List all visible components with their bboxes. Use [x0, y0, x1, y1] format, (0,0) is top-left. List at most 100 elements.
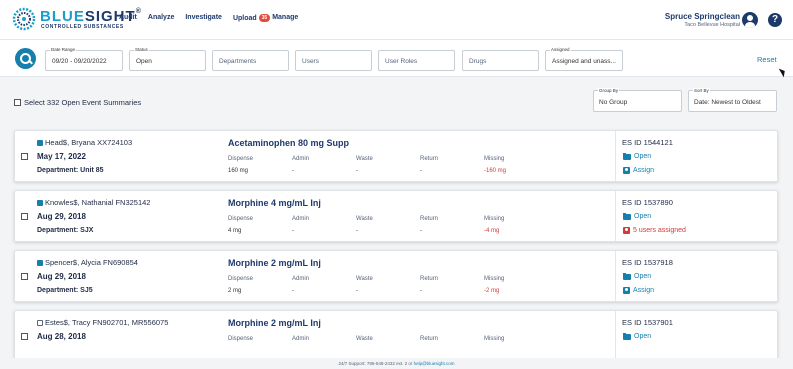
column-header-return: Return: [420, 156, 439, 162]
patient-name-text: Spencer$, Alycia FN690854: [45, 258, 138, 267]
card-divider: [615, 251, 616, 301]
nav-upload[interactable]: Upload 35: [233, 14, 271, 22]
filter-bar: Date Range 09/20 - 09/20/2022 Status Ope…: [0, 40, 793, 77]
assign-label: Assign: [633, 287, 655, 294]
search-icon[interactable]: [15, 48, 36, 69]
event-select-checkbox[interactable]: [21, 213, 28, 220]
event-card[interactable]: Knowles$, Nathanial FN325142 Aug 29, 2018…: [14, 190, 778, 242]
nav-analyze[interactable]: Analyze: [148, 14, 174, 22]
column-value-admin: -: [292, 168, 294, 174]
column-value-waste: -: [356, 288, 358, 294]
patient-name-text: Estes$, Tracy FN902701, MR556075: [45, 318, 169, 327]
open-status-link[interactable]: Open: [623, 212, 652, 220]
assign-user-icon: [623, 227, 630, 234]
event-select-checkbox[interactable]: [21, 333, 28, 340]
drug-name: Morphine 2 mg/mL Inj: [228, 318, 321, 328]
assign-link[interactable]: Assign: [623, 287, 654, 294]
column-header-return: Return: [420, 336, 439, 342]
user-roles-filter[interactable]: User Roles: [378, 50, 455, 71]
column-header-missing: Missing: [484, 156, 505, 162]
column-header-dispense: Dispense: [228, 276, 254, 282]
event-department: Department: SJX: [37, 227, 94, 234]
event-department: Department: SJ5: [37, 287, 93, 294]
status-label: Open: [634, 153, 652, 160]
assign-user-icon: [623, 167, 630, 174]
note-icon[interactable]: [37, 139, 43, 146]
column-value-waste: -: [356, 228, 358, 234]
users-filter[interactable]: Users: [295, 50, 372, 71]
drug-name: Morphine 4 mg/mL Inj: [228, 198, 321, 208]
sort-by-select[interactable]: Sort By Date: Newest to Oldest: [688, 88, 777, 112]
help-icon[interactable]: ?: [768, 13, 782, 27]
assign-link[interactable]: Assign: [623, 167, 654, 174]
event-summary-id: ES ID 1537890: [622, 198, 673, 207]
user-name: Spruce Springclean: [664, 12, 740, 21]
event-card[interactable]: Spencer$, Alycia FN690854 Aug 29, 2018 Dep…: [14, 250, 778, 302]
patient-name[interactable]: Estes$, Tracy FN902701, MR556075: [37, 318, 168, 327]
column-header-return: Return: [420, 276, 439, 282]
column-value-dispense: 2 mg: [228, 288, 242, 294]
column-header-admin: Admin: [292, 276, 310, 282]
brand-tagline: CONTROLLED SUBSTANCES: [41, 24, 124, 30]
assign-label: 5 users assigned: [633, 227, 686, 234]
note-icon[interactable]: [37, 199, 43, 206]
column-header-waste: Waste: [356, 216, 373, 222]
column-value-dispense: 160 mg: [228, 168, 249, 174]
reset-button[interactable]: Reset: [757, 55, 777, 64]
assigned-filter[interactable]: Assigned Assigned and unass...: [545, 47, 623, 71]
patient-name[interactable]: Spencer$, Alycia FN690854: [37, 258, 138, 267]
event-select-checkbox[interactable]: [21, 273, 28, 280]
column-header-return: Return: [420, 216, 439, 222]
event-summary-id: ES ID 1537918: [622, 258, 673, 267]
group-by-select[interactable]: Group By No Group: [593, 88, 682, 112]
column-header-missing: Missing: [484, 336, 505, 342]
support-email-link[interactable]: help@bluesight.com: [414, 361, 455, 366]
user-site: Taco Bellevue Hospital: [684, 22, 740, 28]
event-department: Department: Unit 85: [37, 167, 104, 174]
assign-user-icon: [623, 287, 630, 294]
note-icon[interactable]: [37, 259, 43, 266]
bluesight-logo-icon[interactable]: [12, 7, 36, 31]
event-card[interactable]: Head$, Bryana XX724103 May 17, 2022 Depart…: [14, 130, 778, 182]
column-header-missing: Missing: [484, 276, 505, 282]
column-header-admin: Admin: [292, 336, 310, 342]
nav-investigate[interactable]: Investigate: [185, 14, 222, 22]
main-nav: Audit Analyze Investigate Upload 35 Mana…: [119, 14, 298, 22]
date-range-filter[interactable]: Date Range 09/20 - 09/20/2022: [45, 47, 123, 71]
event-card[interactable]: Estes$, Tracy FN902701, MR556075 Aug 28, …: [14, 310, 778, 362]
checkbox-icon[interactable]: [14, 99, 21, 106]
nav-manage[interactable]: Manage: [272, 14, 298, 22]
folder-icon: [623, 212, 631, 220]
column-value-admin: -: [292, 228, 294, 234]
status-label: Open: [634, 213, 652, 220]
event-summary-id: ES ID 1537901: [622, 318, 673, 327]
departments-filter[interactable]: Departments: [212, 50, 289, 71]
patient-name-text: Knowles$, Nathanial FN325142: [45, 198, 151, 207]
event-date: May 17, 2022: [37, 152, 86, 161]
column-header-dispense: Dispense: [228, 336, 254, 342]
event-select-checkbox[interactable]: [21, 153, 28, 160]
folder-icon: [623, 272, 631, 280]
column-header-waste: Waste: [356, 276, 373, 282]
nav-audit[interactable]: Audit: [119, 14, 137, 22]
select-all-checkbox[interactable]: Select 332 Open Event Summaries: [14, 98, 141, 107]
user-avatar-icon[interactable]: [742, 12, 758, 28]
drug-name: Morphine 2 mg/mL Inj: [228, 258, 321, 268]
open-status-link[interactable]: Open: [623, 332, 651, 340]
column-header-admin: Admin: [292, 156, 310, 162]
column-value-dispense: 4 mg: [228, 228, 242, 234]
note-icon[interactable]: [37, 319, 43, 326]
event-date: Aug 29, 2018: [37, 272, 86, 281]
support-footer: 24/7 Support: 786-548-2432 ext. 2 or hel…: [0, 358, 793, 369]
drugs-filter[interactable]: Drugs: [462, 50, 539, 71]
patient-name[interactable]: Knowles$, Nathanial FN325142: [37, 198, 150, 207]
assign-link[interactable]: 5 users assigned: [623, 227, 686, 234]
open-status-link[interactable]: Open: [623, 152, 652, 160]
event-date: Aug 29, 2018: [37, 212, 86, 221]
column-header-admin: Admin: [292, 216, 310, 222]
column-header-dispense: Dispense: [228, 216, 254, 222]
column-value-admin: -: [292, 288, 294, 294]
patient-name[interactable]: Head$, Bryana XX724103: [37, 138, 132, 147]
status-filter[interactable]: Status Open: [129, 47, 206, 71]
open-status-link[interactable]: Open: [623, 272, 651, 280]
